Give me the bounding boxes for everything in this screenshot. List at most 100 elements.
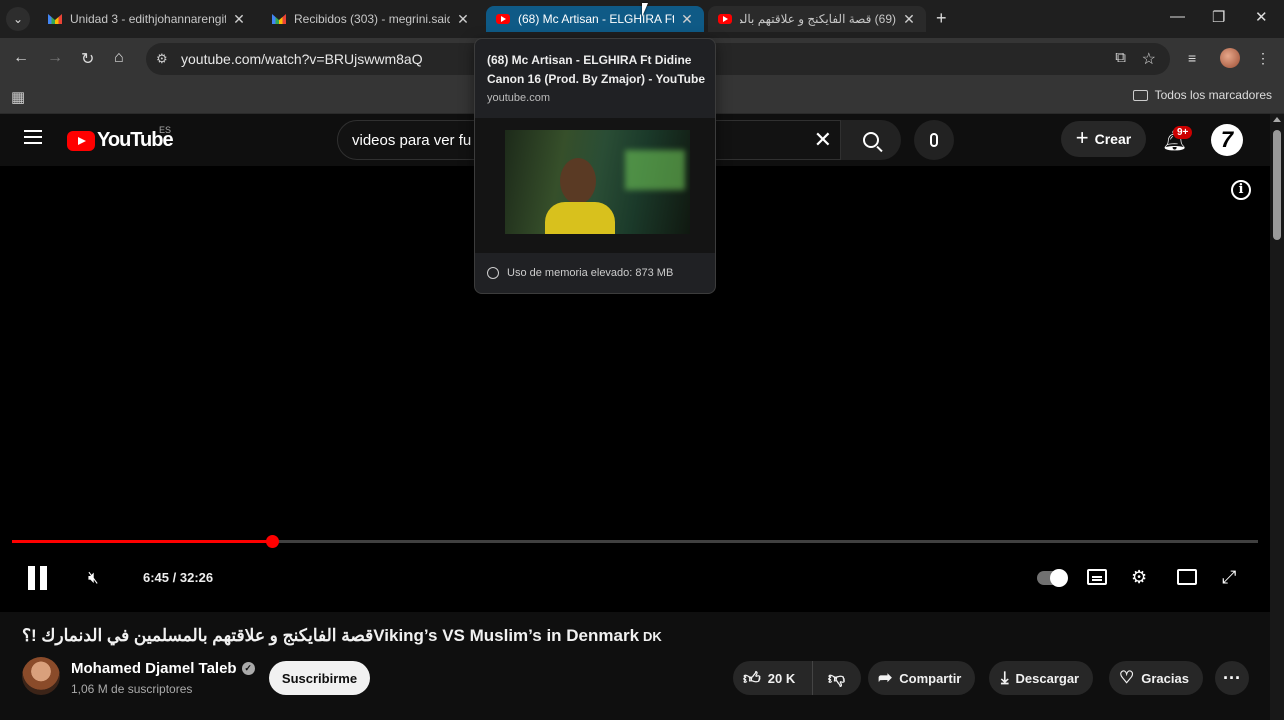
thanks-button[interactable]: ♡ Gracias — [1109, 661, 1203, 695]
tab-preview-thumbnail — [475, 118, 715, 253]
more-actions-button[interactable]: ··· — [1215, 661, 1249, 695]
theater-mode-icon[interactable] — [1177, 569, 1197, 585]
tab-unidad-3[interactable]: Unidad 3 - edithjohannarengifo ✕ — [38, 6, 256, 32]
time-display: 6:45 / 32:26 — [143, 570, 214, 585]
all-bookmarks-label: Todos los marcadores — [1154, 88, 1272, 102]
preview-video-frame — [505, 130, 690, 234]
voice-search-button[interactable] — [914, 120, 954, 160]
profile-avatar[interactable] — [1220, 48, 1240, 68]
create-label: Crear — [1094, 131, 1132, 147]
youtube-icon — [496, 14, 510, 24]
search-icon — [863, 132, 879, 148]
tab-mc-artisan[interactable]: (68) Mc Artisan - ELGHIRA Ft Di ✕ — [486, 6, 704, 32]
scrollbar-thumb[interactable] — [1273, 130, 1281, 240]
tab-search-button[interactable]: ⌄ — [6, 7, 30, 31]
memory-gauge-icon — [487, 267, 499, 279]
search-input[interactable]: videos para ver fu — [352, 132, 471, 149]
memory-usage-text: Uso de memoria elevado: 873 MB — [507, 267, 674, 279]
scroll-up-arrow-icon[interactable] — [1273, 117, 1281, 122]
gmail-icon — [48, 14, 62, 24]
account-avatar[interactable]: 7 — [1211, 124, 1243, 156]
all-bookmarks-button[interactable]: Todos los marcadores — [1132, 88, 1272, 102]
create-button[interactable]: + Crear — [1061, 121, 1146, 157]
channel-avatar[interactable] — [22, 657, 60, 695]
close-icon[interactable]: ✕ — [902, 11, 916, 28]
subscribe-button[interactable]: Suscribirme — [269, 661, 370, 695]
download-button[interactable]: ⤓ Descargar — [989, 661, 1094, 695]
like-dislike-group: 👍︎ 20 K 👎︎ — [733, 661, 861, 695]
window-close-icon[interactable]: ✕ — [1255, 8, 1268, 26]
settings-gear-icon[interactable]: ⚙ — [1131, 567, 1147, 588]
progress-bar[interactable] — [12, 535, 1258, 548]
thanks-label: Gracias — [1141, 670, 1189, 686]
fullscreen-icon[interactable]: ⤢ — [1222, 567, 1236, 588]
minimize-icon[interactable]: — — [1170, 8, 1185, 25]
close-icon[interactable]: ✕ — [680, 11, 694, 28]
plus-icon: + — [1075, 125, 1089, 150]
tab-hover-card: (68) Mc Artisan - ELGHIRA Ft Didine Cano… — [474, 38, 716, 294]
dislike-button[interactable]: 👎︎ — [813, 668, 860, 689]
microphone-icon — [930, 133, 938, 147]
clear-search-icon[interactable]: ✕ — [814, 127, 832, 153]
mouse-cursor-icon — [642, 3, 648, 17]
kebab-menu-icon[interactable]: ⋮ — [1256, 50, 1270, 67]
share-button[interactable]: ➦ Compartir — [868, 661, 976, 695]
muted-volume-icon[interactable]: 🔇︎ — [88, 568, 99, 588]
reload-icon[interactable]: ↻ — [81, 49, 94, 69]
close-icon[interactable]: ✕ — [456, 11, 470, 28]
apps-grid-icon[interactable]: ▦ — [11, 88, 25, 106]
gmail-icon — [272, 14, 286, 24]
forward-arrow-icon[interactable]: → — [47, 49, 63, 67]
hover-card-domain: youtube.com — [487, 92, 550, 104]
thumbs-up-icon: 👍︎ — [743, 668, 761, 688]
more-horizontal-icon: ··· — [1223, 667, 1241, 688]
share-label: Compartir — [899, 670, 962, 686]
pause-icon — [28, 566, 35, 590]
page-scrollbar[interactable] — [1270, 114, 1284, 720]
hamburger-menu-icon[interactable] — [24, 130, 42, 148]
tab-title: Recibidos (303) - megrini.saidi — [294, 12, 450, 26]
close-icon[interactable]: ✕ — [232, 11, 246, 28]
site-info-icon[interactable]: ⚙ — [156, 51, 168, 67]
search-button[interactable] — [841, 120, 901, 160]
video-title: قصة الفايكنج و علاقتهم بالمسلمين في الدن… — [22, 626, 662, 646]
autoplay-toggle[interactable] — [1037, 569, 1068, 587]
bookmark-star-icon[interactable]: ☆ — [1142, 49, 1156, 69]
youtube-icon — [718, 14, 732, 24]
channel-name-text[interactable]: Mohamed Djamel Taleb — [71, 660, 237, 677]
back-arrow-icon[interactable]: ← — [13, 49, 29, 67]
tab-recibidos[interactable]: Recibidos (303) - megrini.saidi ✕ — [262, 6, 480, 32]
download-icon: ⤓ — [1001, 668, 1009, 687]
scrubber-handle[interactable] — [266, 535, 280, 548]
url-text[interactable]: youtube.com/watch?v=BRUjswwm8aQ — [181, 51, 423, 67]
tab-title: (69) قصة الفايكنج و علاقتهم بالم — [740, 12, 896, 26]
subscriber-count: 1,06 M de suscriptores — [71, 682, 193, 696]
thumbs-down-icon: 👎︎ — [827, 668, 846, 688]
verified-check-icon: ✓ — [241, 662, 255, 675]
pause-button[interactable] — [28, 566, 48, 590]
tab-viking-video[interactable]: (69) قصة الفايكنج و علاقتهم بالم ✕ — [708, 6, 926, 32]
memory-usage: Uso de memoria elevado: 873 MB — [487, 267, 673, 279]
youtube-play-icon — [67, 130, 95, 151]
tab-title: Unidad 3 - edithjohannarengifo — [70, 12, 226, 26]
new-tab-plus-icon[interactable]: + — [936, 8, 947, 29]
folder-icon — [1132, 89, 1148, 101]
install-app-icon[interactable]: ⧉ — [1115, 49, 1126, 66]
info-icon[interactable]: i — [1231, 180, 1251, 200]
reading-list-icon[interactable]: ≡ — [1188, 50, 1196, 66]
home-icon[interactable]: ⌂ — [114, 49, 124, 67]
like-button[interactable]: 👍︎ 20 K — [733, 661, 813, 695]
heart-dollar-icon: ♡ — [1119, 668, 1135, 687]
share-arrow-icon: ➦ — [878, 668, 893, 687]
youtube-logo[interactable]: YouTube ES — [67, 125, 174, 152]
progress-played — [12, 540, 273, 543]
region-code: ES — [159, 125, 172, 135]
notification-badge: 9+ — [1173, 126, 1193, 139]
restore-icon[interactable]: ❐ — [1212, 8, 1225, 26]
like-count: 20 K — [767, 670, 796, 686]
flag-code: DK — [643, 629, 662, 644]
channel-name[interactable]: Mohamed Djamel Taleb ✓ — [71, 660, 255, 677]
subtitles-icon[interactable] — [1087, 569, 1107, 585]
tab-title: (68) Mc Artisan - ELGHIRA Ft Di — [518, 12, 674, 26]
hover-card-title: (68) Mc Artisan - ELGHIRA Ft Didine Cano… — [487, 53, 706, 86]
